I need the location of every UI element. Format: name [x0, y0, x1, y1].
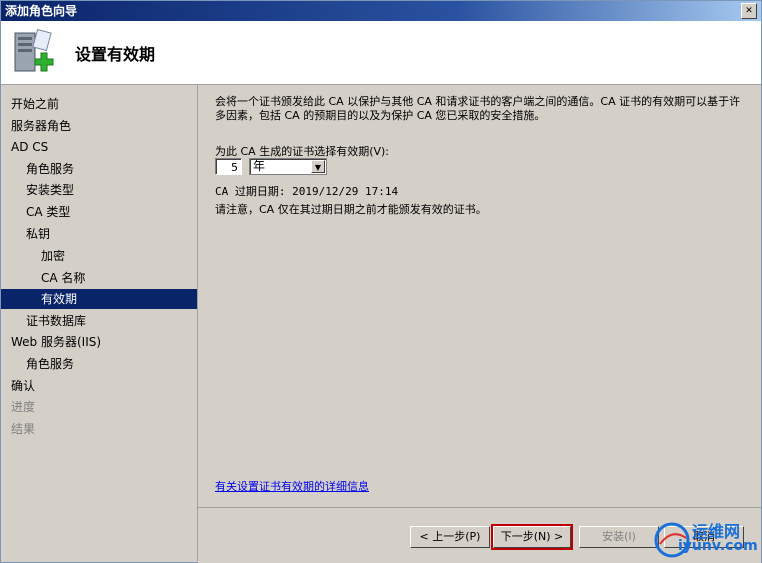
- step-progress: 进度: [11, 400, 36, 414]
- chevron-down-icon[interactable]: ▼: [311, 160, 325, 173]
- previous-button[interactable]: < 上一步(P): [410, 526, 490, 548]
- wizard-content: 会将一个证书颁发给此 CA 以保护与其他 CA 和请求证书的客户端之间的通信。C…: [201, 85, 761, 505]
- step-cryptography[interactable]: 加密: [1, 246, 197, 266]
- install-button: 安装(I): [579, 526, 659, 548]
- step-server-roles[interactable]: 服务器角色: [1, 116, 197, 136]
- wizard-header: 设置有效期: [1, 21, 761, 85]
- ca-expiry-date: CA 过期日期: 2019/12/29 17:14: [215, 185, 399, 198]
- step-validity-period[interactable]: 有效期: [1, 289, 197, 309]
- validity-unit-select[interactable]: 年 ▼: [249, 158, 327, 175]
- help-link[interactable]: 有关设置证书有效期的详细信息: [215, 478, 369, 494]
- validity-period-label: 为此 CA 生成的证书选择有效期(V):: [215, 145, 390, 158]
- server-add-role-icon: [14, 28, 54, 72]
- validity-unit-value: 年: [253, 159, 266, 173]
- step-ca-type[interactable]: CA 类型: [1, 202, 197, 222]
- watermark: 运维网 iyunv.com: [652, 516, 758, 560]
- step-results: 结果: [11, 422, 36, 436]
- step-web-server-iis[interactable]: Web 服务器(IIS): [1, 332, 197, 352]
- step-iis-role-services[interactable]: 角色服务: [1, 354, 197, 374]
- step-role-services[interactable]: 角色服务: [1, 159, 197, 179]
- validity-period-input[interactable]: 5: [215, 158, 242, 175]
- page-title: 设置有效期: [75, 45, 156, 64]
- step-ca-name[interactable]: CA 名称: [1, 268, 197, 288]
- wizard-window: 添加角色向导 ✕ 设置有效期 开始之前 服务器角色 AD CS 角色服务 安装类…: [0, 0, 762, 563]
- close-icon[interactable]: ✕: [741, 3, 757, 19]
- step-ad-cs[interactable]: AD CS: [1, 137, 197, 157]
- title-bar[interactable]: 添加角色向导 ✕: [1, 1, 761, 21]
- validity-note: 请注意，CA 仅在其过期日期之前才能颁发有效的证书。: [215, 203, 487, 216]
- step-before-you-begin[interactable]: 开始之前: [1, 94, 197, 114]
- window-title: 添加角色向导: [5, 4, 78, 18]
- wizard-step-list: 开始之前 服务器角色 AD CS 角色服务 安装类型 CA 类型 私钥 加密 C…: [1, 85, 198, 561]
- validity-description: 会将一个证书颁发给此 CA 以保护与其他 CA 和请求证书的客户端之间的通信。C…: [215, 95, 741, 122]
- step-private-key[interactable]: 私钥: [1, 224, 197, 244]
- step-certificate-database[interactable]: 证书数据库: [1, 311, 197, 331]
- next-button[interactable]: 下一步(N) >: [491, 524, 573, 550]
- watermark-url: iyunv.com: [678, 538, 758, 554]
- step-setup-type[interactable]: 安装类型: [1, 180, 197, 200]
- step-confirmation[interactable]: 确认: [1, 376, 197, 396]
